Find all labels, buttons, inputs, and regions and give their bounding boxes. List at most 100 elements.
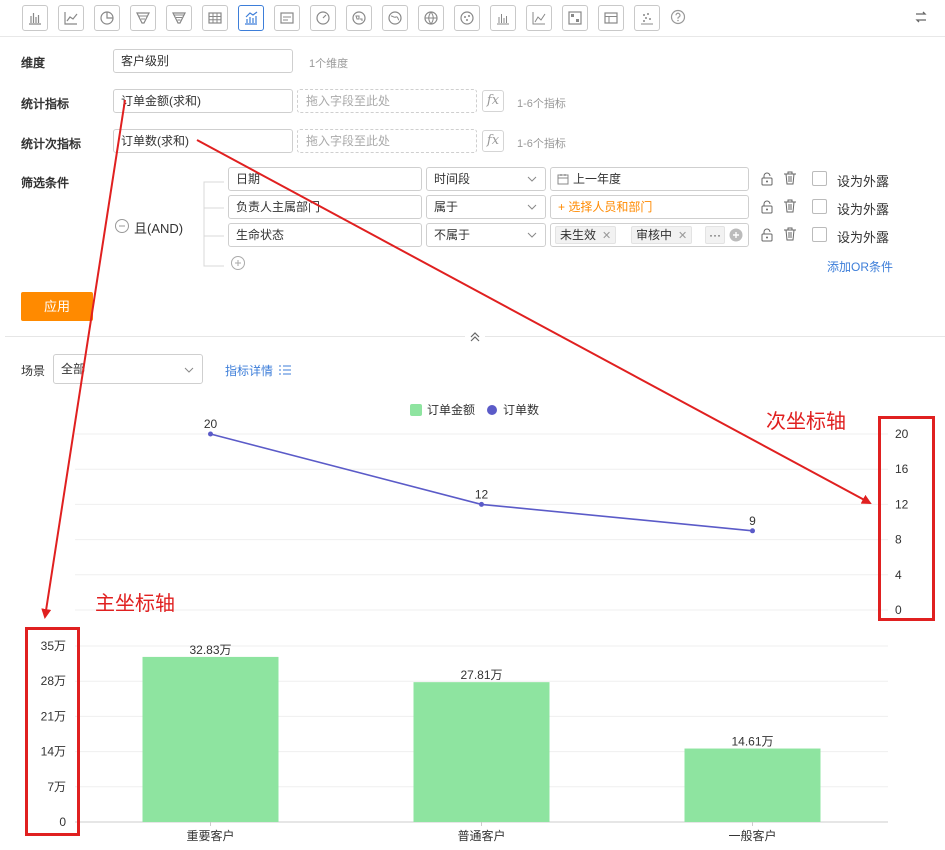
tag-more[interactable]: ··· (705, 226, 725, 244)
secondary-axis-highlight (878, 416, 935, 621)
line-point (479, 501, 484, 507)
table-icon[interactable] (202, 5, 228, 31)
line-data-label: 20 (204, 417, 218, 431)
dots-icon[interactable] (634, 5, 660, 31)
bar (413, 682, 550, 822)
bar-small-icon[interactable] (490, 5, 516, 31)
map-cn-icon[interactable] (346, 5, 372, 31)
apply-button[interactable]: 应用 (21, 292, 93, 321)
metric-hint: 1-6个指标 (517, 98, 566, 110)
bar-data-label: 32.83万 (189, 643, 231, 657)
metric-drop-zone[interactable]: 拖入字段至此处 (297, 89, 477, 113)
line-point (750, 528, 755, 534)
card-icon[interactable] (274, 5, 300, 31)
chart-type-toolbar (0, 0, 945, 37)
filter-field-date[interactable]: 日期 (228, 167, 422, 191)
trash-icon[interactable] (782, 170, 798, 186)
combo-chart-icon[interactable] (238, 5, 264, 31)
filter-op-lifecycle[interactable]: 不属于 (426, 223, 546, 247)
pie-chart-icon[interactable] (94, 5, 120, 31)
x-tick-label: 重要客户 (186, 828, 234, 843)
filter-op-text: 属于 (434, 200, 459, 214)
x-tick-label: 普通客户 (457, 828, 505, 843)
chevron-down-icon (527, 176, 537, 182)
help-icon[interactable] (668, 7, 688, 27)
select-people-dept[interactable]: + 选择人员和部门 (550, 195, 749, 219)
secondary-metric-field[interactable]: 订单数(求和) (113, 129, 293, 153)
expose-label: 设为外露 (837, 230, 890, 245)
filter-op-text: 时间段 (434, 172, 471, 186)
line-data-label: 9 (749, 514, 756, 528)
line-point (208, 431, 213, 437)
scatter-icon[interactable] (454, 5, 480, 31)
filter-value-text: 上一年度 (573, 172, 622, 186)
metric-field[interactable]: 订单金额(求和) (113, 89, 293, 113)
tag-inactive[interactable]: 未生效 ✕ (555, 226, 617, 244)
expose-label: 设为外露 (837, 202, 890, 217)
tag-text: 未生效 (560, 228, 597, 242)
primary-axis-highlight (25, 627, 80, 836)
legend-swatch-line (487, 405, 497, 415)
filter-value-lifecycle[interactable]: 未生效 ✕ 审核中 ✕ ··· (550, 223, 749, 247)
calendar-icon (557, 174, 569, 185)
and-bracket (203, 181, 224, 267)
tag-reviewing[interactable]: 审核中 ✕ (631, 226, 693, 244)
map-world-icon[interactable] (382, 5, 408, 31)
logic-label: 且(AND) (134, 221, 184, 236)
dimension-label: 维度 (21, 56, 46, 70)
line-small-icon[interactable] (526, 5, 552, 31)
expose-checkbox[interactable] (812, 171, 827, 186)
unlock-icon[interactable] (759, 199, 775, 215)
line-data-label: 12 (475, 487, 489, 501)
dimension-hint: 1个维度 (309, 58, 349, 70)
close-icon[interactable]: ✕ (678, 230, 687, 242)
filter-op-dept[interactable]: 属于 (426, 195, 546, 219)
expose-checkbox[interactable] (812, 227, 827, 242)
metric-formula-button[interactable]: fx (482, 90, 504, 112)
add-tag-icon[interactable] (729, 228, 743, 242)
primary-axis-annotation: 主坐标轴 (95, 593, 175, 615)
line-chart-icon[interactable] (58, 5, 84, 31)
tag-text: 审核中 (636, 228, 673, 242)
dimension-field[interactable]: 客户级别 (113, 49, 293, 73)
secondary-hint: 1-6个指标 (517, 138, 566, 150)
expose-checkbox[interactable] (812, 199, 827, 214)
bar-chart-icon[interactable] (22, 5, 48, 31)
add-condition-icon[interactable] (230, 255, 246, 271)
collapse-up-icon[interactable] (465, 329, 485, 345)
line-series (210, 433, 753, 532)
gauge-icon[interactable] (310, 5, 336, 31)
chevron-down-icon (527, 232, 537, 238)
close-icon[interactable]: ✕ (602, 230, 611, 242)
expose-label: 设为外露 (837, 174, 890, 189)
scene-value: 全部 (61, 362, 86, 376)
secondary-axis-annotation: 次坐标轴 (766, 411, 846, 433)
filter-op-date[interactable]: 时间段 (426, 167, 546, 191)
collapse-and-icon[interactable] (114, 218, 130, 234)
secondary-formula-button[interactable]: fx (482, 130, 504, 152)
scene-label: 场景 (21, 364, 46, 378)
add-or-condition-link[interactable]: 添加OR条件 (827, 258, 893, 275)
unlock-icon[interactable] (759, 171, 775, 187)
unlock-icon[interactable] (759, 227, 775, 243)
detail-table-icon[interactable] (598, 5, 624, 31)
metric-label: 统计指标 (21, 97, 70, 111)
switch-icon[interactable] (911, 7, 931, 27)
funnel-icon[interactable] (130, 5, 156, 31)
legend-label-line: 订单数 (503, 402, 539, 417)
chevron-down-icon (527, 204, 537, 210)
filter-op-text: 不属于 (434, 228, 471, 242)
filter-value-date[interactable]: 上一年度 (550, 167, 749, 191)
filter-field-dept[interactable]: 负责人主属部门 (228, 195, 422, 219)
globe-icon[interactable] (418, 5, 444, 31)
metric-detail-text: 指标详情 (225, 364, 274, 378)
trash-icon[interactable] (782, 226, 798, 242)
metric-detail-link[interactable]: 指标详情 (225, 362, 292, 379)
filter-field-lifecycle[interactable]: 生命状态 (228, 223, 422, 247)
pivot-icon[interactable] (562, 5, 588, 31)
secondary-drop-zone[interactable]: 拖入字段至此处 (297, 129, 477, 153)
bar (684, 748, 821, 822)
funnel-alt-icon[interactable] (166, 5, 192, 31)
chevron-down-icon (184, 367, 194, 373)
trash-icon[interactable] (782, 198, 798, 214)
